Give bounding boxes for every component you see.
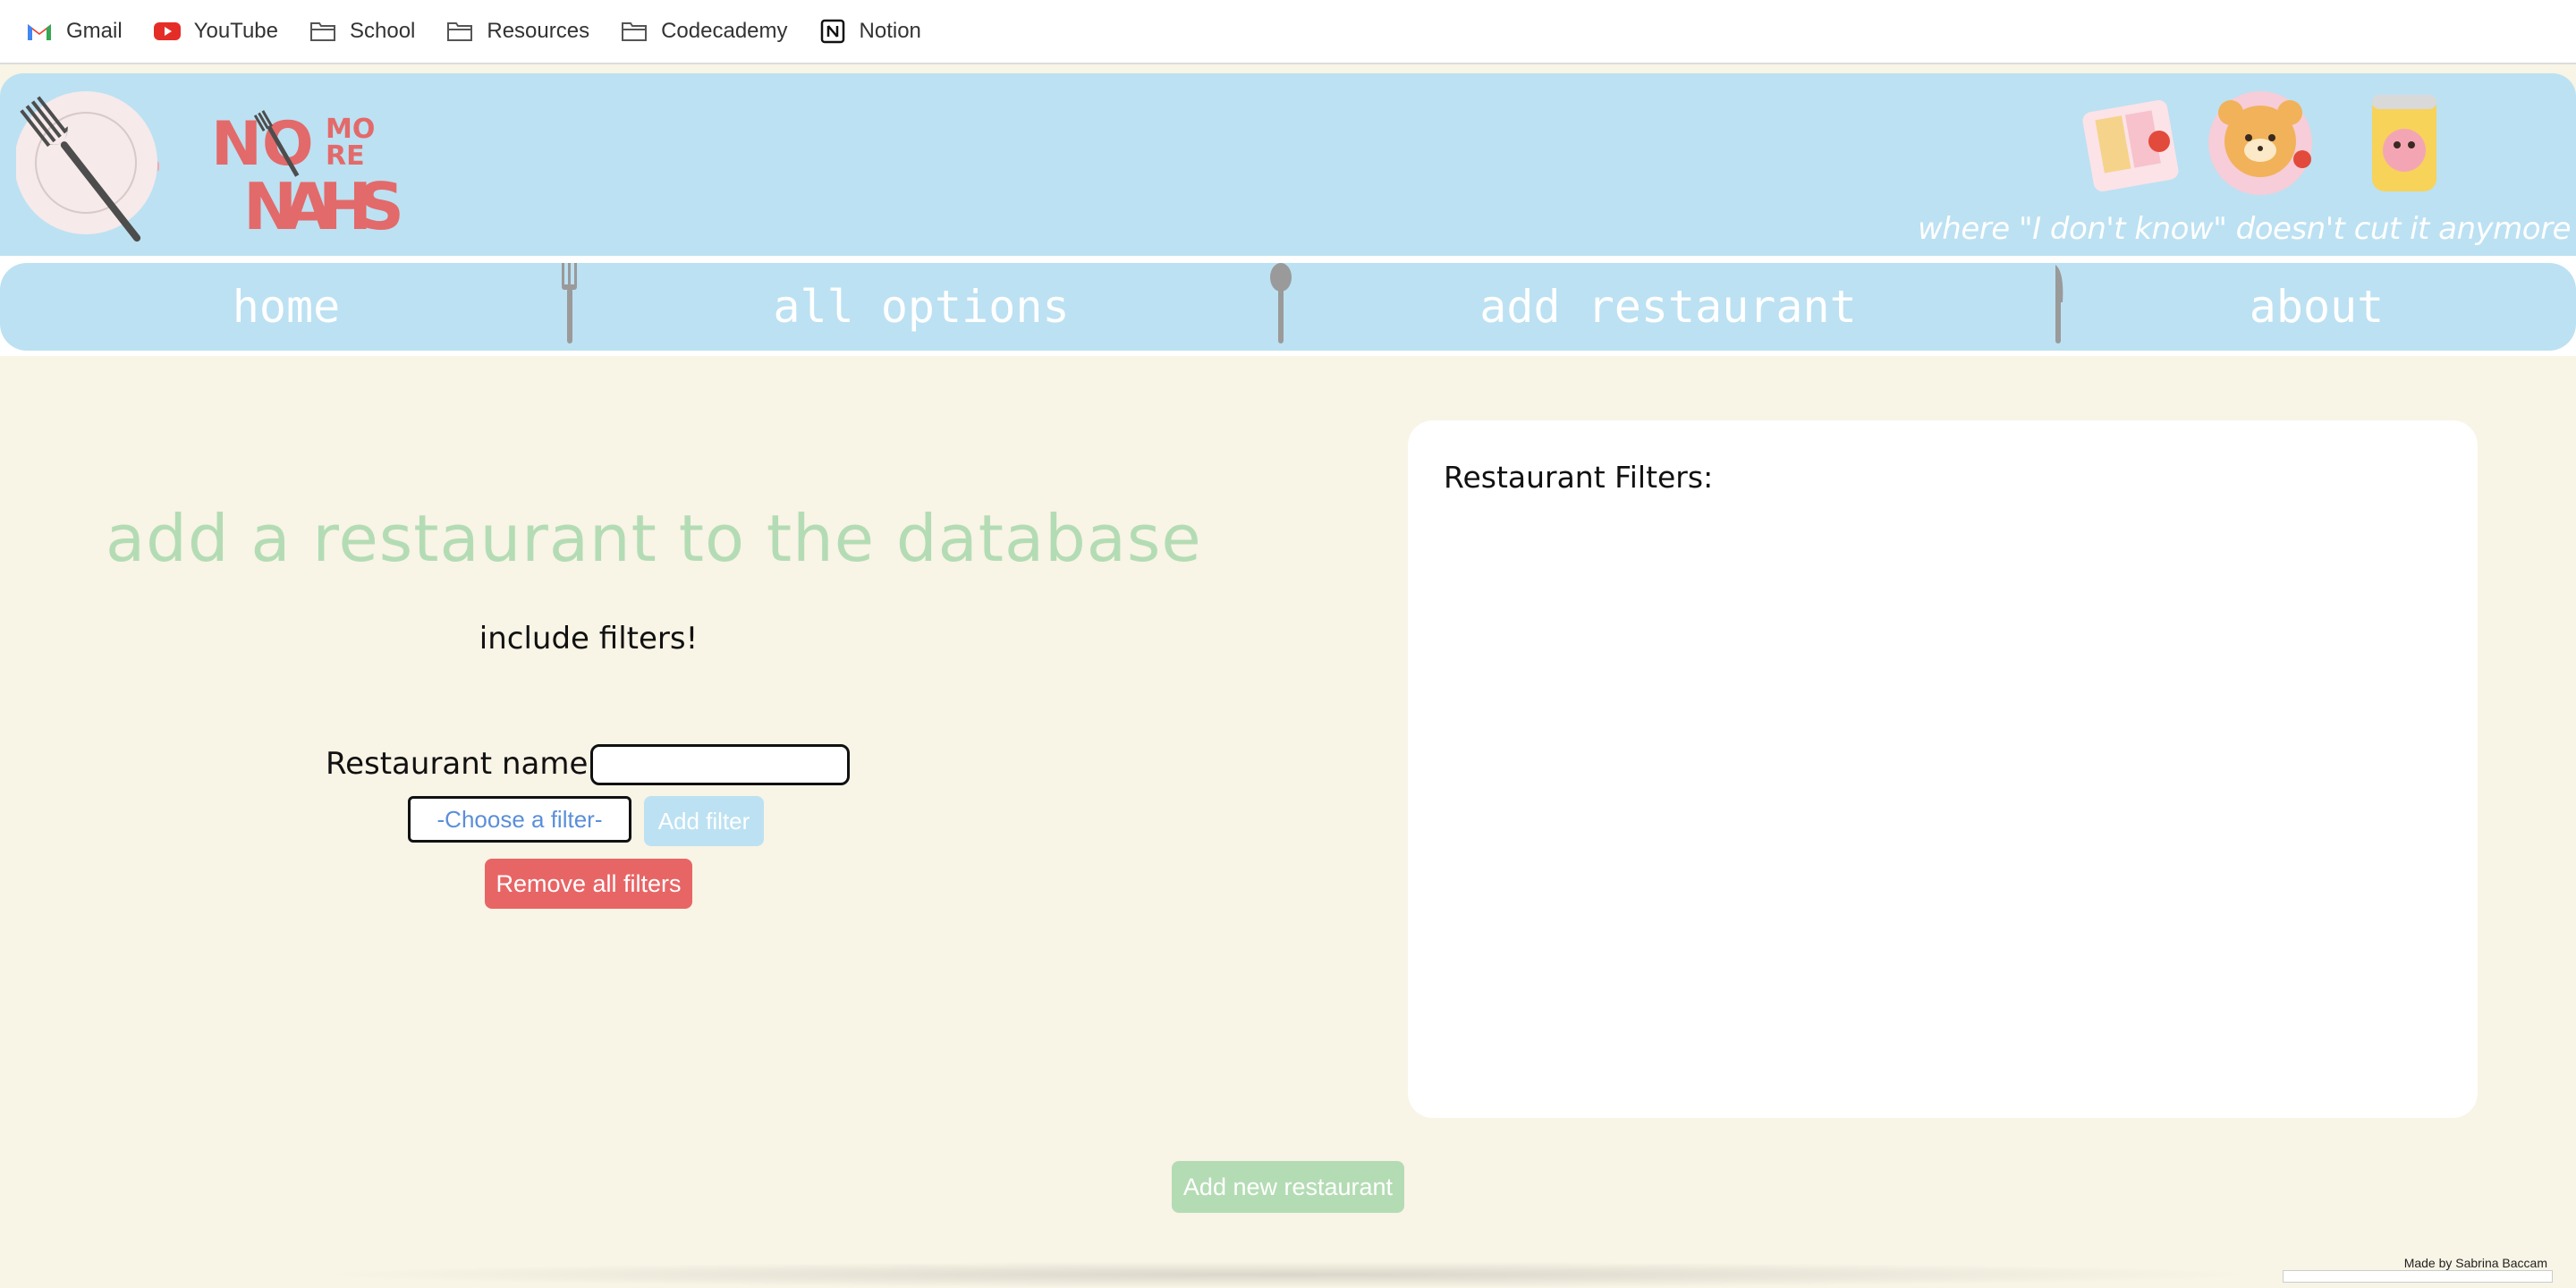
bear-icon	[2208, 91, 2312, 195]
bookmark-label: Notion	[859, 19, 921, 43]
bookmarks-bar: Gmail YouTube School Resources Codecadem…	[0, 0, 2576, 64]
bookmark-label: Resources	[487, 19, 590, 43]
mascot-illustrations	[2077, 88, 2453, 197]
sandwich-icon	[2082, 99, 2179, 192]
restaurant-name-label: Restaurant name:	[326, 746, 598, 782]
bookmark-label: School	[349, 19, 416, 43]
bookmark-gmail[interactable]: Gmail	[25, 17, 123, 46]
folder-icon	[620, 17, 648, 46]
add-filter-button[interactable]: Add filter	[644, 796, 764, 846]
bookmark-label: Codecademy	[661, 19, 788, 43]
bookmark-school[interactable]: School	[309, 17, 415, 46]
bookmark-label: Gmail	[66, 19, 123, 43]
bookmark-codecademy[interactable]: Codecademy	[620, 17, 788, 46]
logo-text: NAHS	[243, 169, 404, 242]
nav-all-options[interactable]: all options	[572, 263, 1270, 351]
page-title: add a restaurant to the database	[106, 501, 1202, 576]
page-subtitle: include filters!	[479, 621, 699, 657]
plate-fork-icon[interactable]	[14, 89, 160, 242]
no-more-nahs-logo[interactable]: NO MO RE NAHS	[211, 107, 408, 244]
drink-can-icon	[2372, 95, 2436, 191]
remove-all-filters-button[interactable]: Remove all filters	[485, 859, 692, 909]
gmail-icon	[25, 17, 54, 46]
filters-panel-title: Restaurant Filters:	[1444, 460, 1714, 495]
folder-icon	[309, 17, 337, 46]
nav-home[interactable]: home	[0, 263, 572, 351]
nav-about[interactable]: about	[2057, 263, 2576, 351]
notion-icon	[818, 17, 847, 46]
bookmark-notion[interactable]: Notion	[818, 17, 921, 46]
youtube-icon	[153, 17, 182, 46]
restaurant-filters-panel: Restaurant Filters:	[1408, 420, 2478, 1118]
add-new-restaurant-button[interactable]: Add new restaurant	[1172, 1161, 1404, 1213]
folder-icon	[445, 17, 474, 46]
filter-select[interactable]: -Choose a filter-	[408, 796, 631, 843]
knife-divider-icon	[2048, 263, 2068, 347]
bookmark-resources[interactable]: Resources	[445, 17, 589, 46]
logo-text: RE	[326, 140, 365, 172]
bookmark-youtube[interactable]: YouTube	[153, 17, 278, 46]
fork-divider-icon	[560, 263, 580, 347]
restaurant-name-input[interactable]	[590, 744, 850, 785]
header-tagline: where "I don't know" doesn't cut it anym…	[1917, 211, 2572, 247]
bookmark-label: YouTube	[193, 19, 278, 43]
footer-credit: Made by Sabrina Baccam	[2403, 1256, 2547, 1270]
nav-add-restaurant[interactable]: add restaurant	[1279, 263, 2057, 351]
footer-shadow	[304, 1261, 2272, 1288]
spoon-divider-icon	[1268, 263, 1293, 347]
